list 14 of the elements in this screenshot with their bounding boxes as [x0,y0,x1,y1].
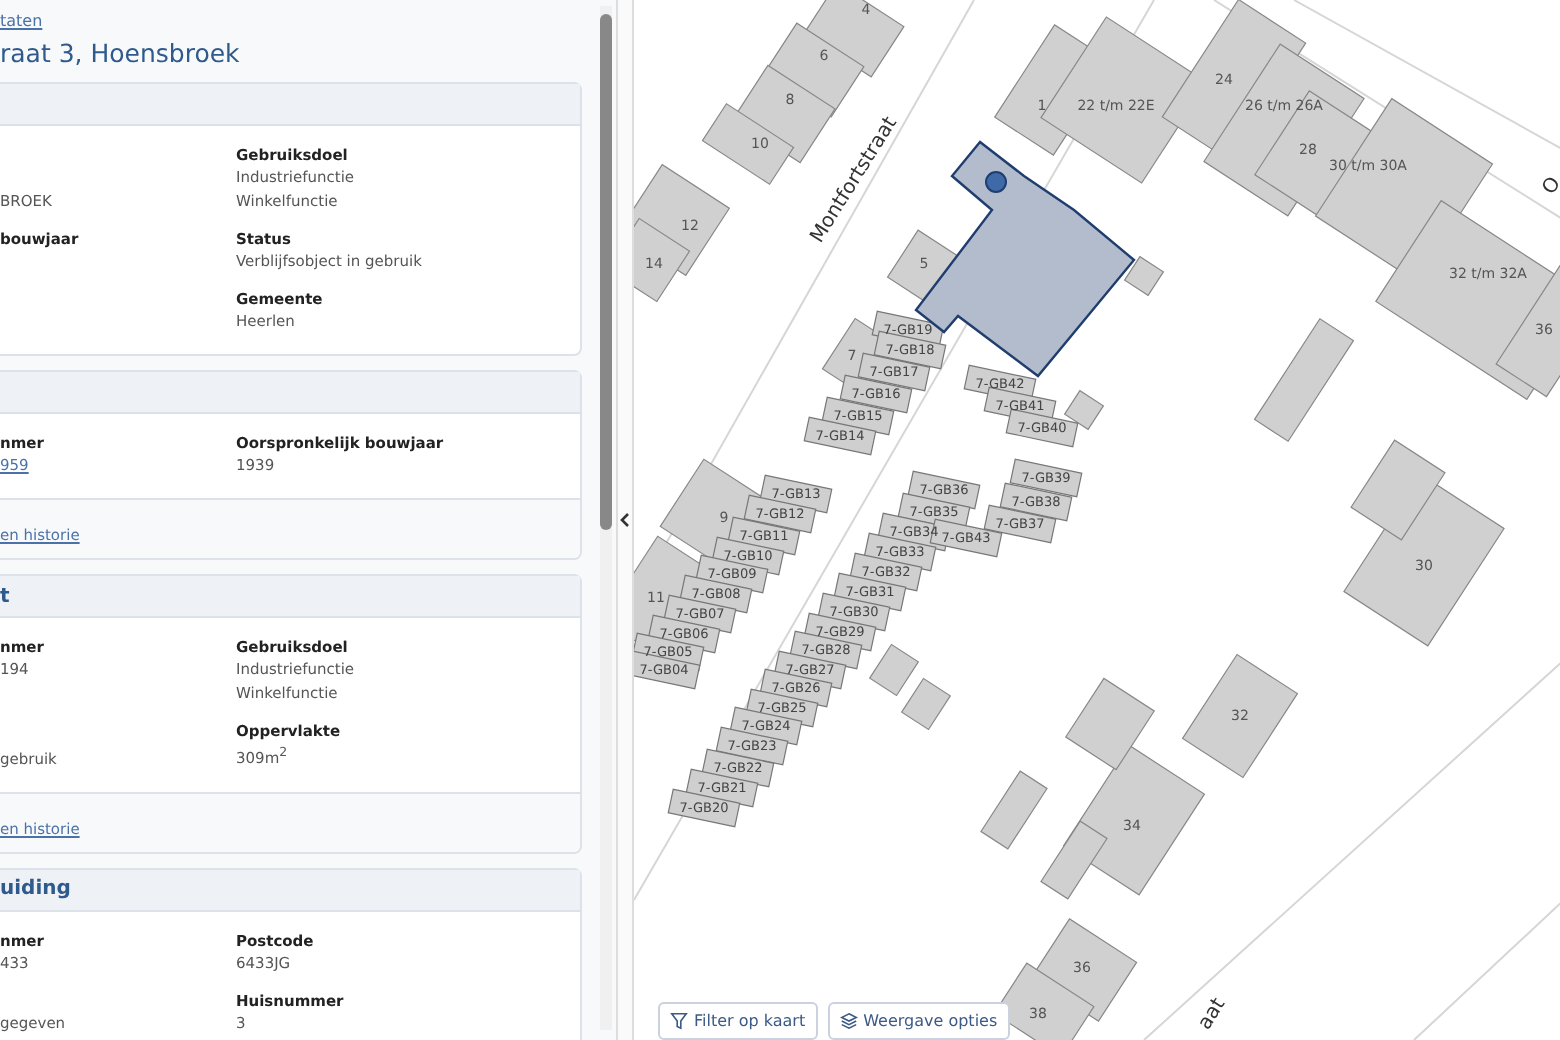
layers-icon [839,1012,858,1030]
chevron-left-icon[interactable] [620,512,630,528]
card-title: t [0,585,10,607]
card-title: uiding [0,878,71,900]
unit-shape [1005,408,1079,448]
scrollbar[interactable] [600,6,612,1030]
address-title: raat 3, Hoensbroek [0,38,242,68]
street-label: O [1538,173,1560,199]
breadcrumb-link[interactable]: taten [0,12,598,30]
street-label: aat [1194,994,1231,1034]
unit-shape [634,650,701,690]
display-options-button[interactable]: Weergave opties [827,1002,1010,1040]
filter-button[interactable]: Filter op kaart [658,1002,818,1040]
funnel-icon [670,1012,688,1030]
